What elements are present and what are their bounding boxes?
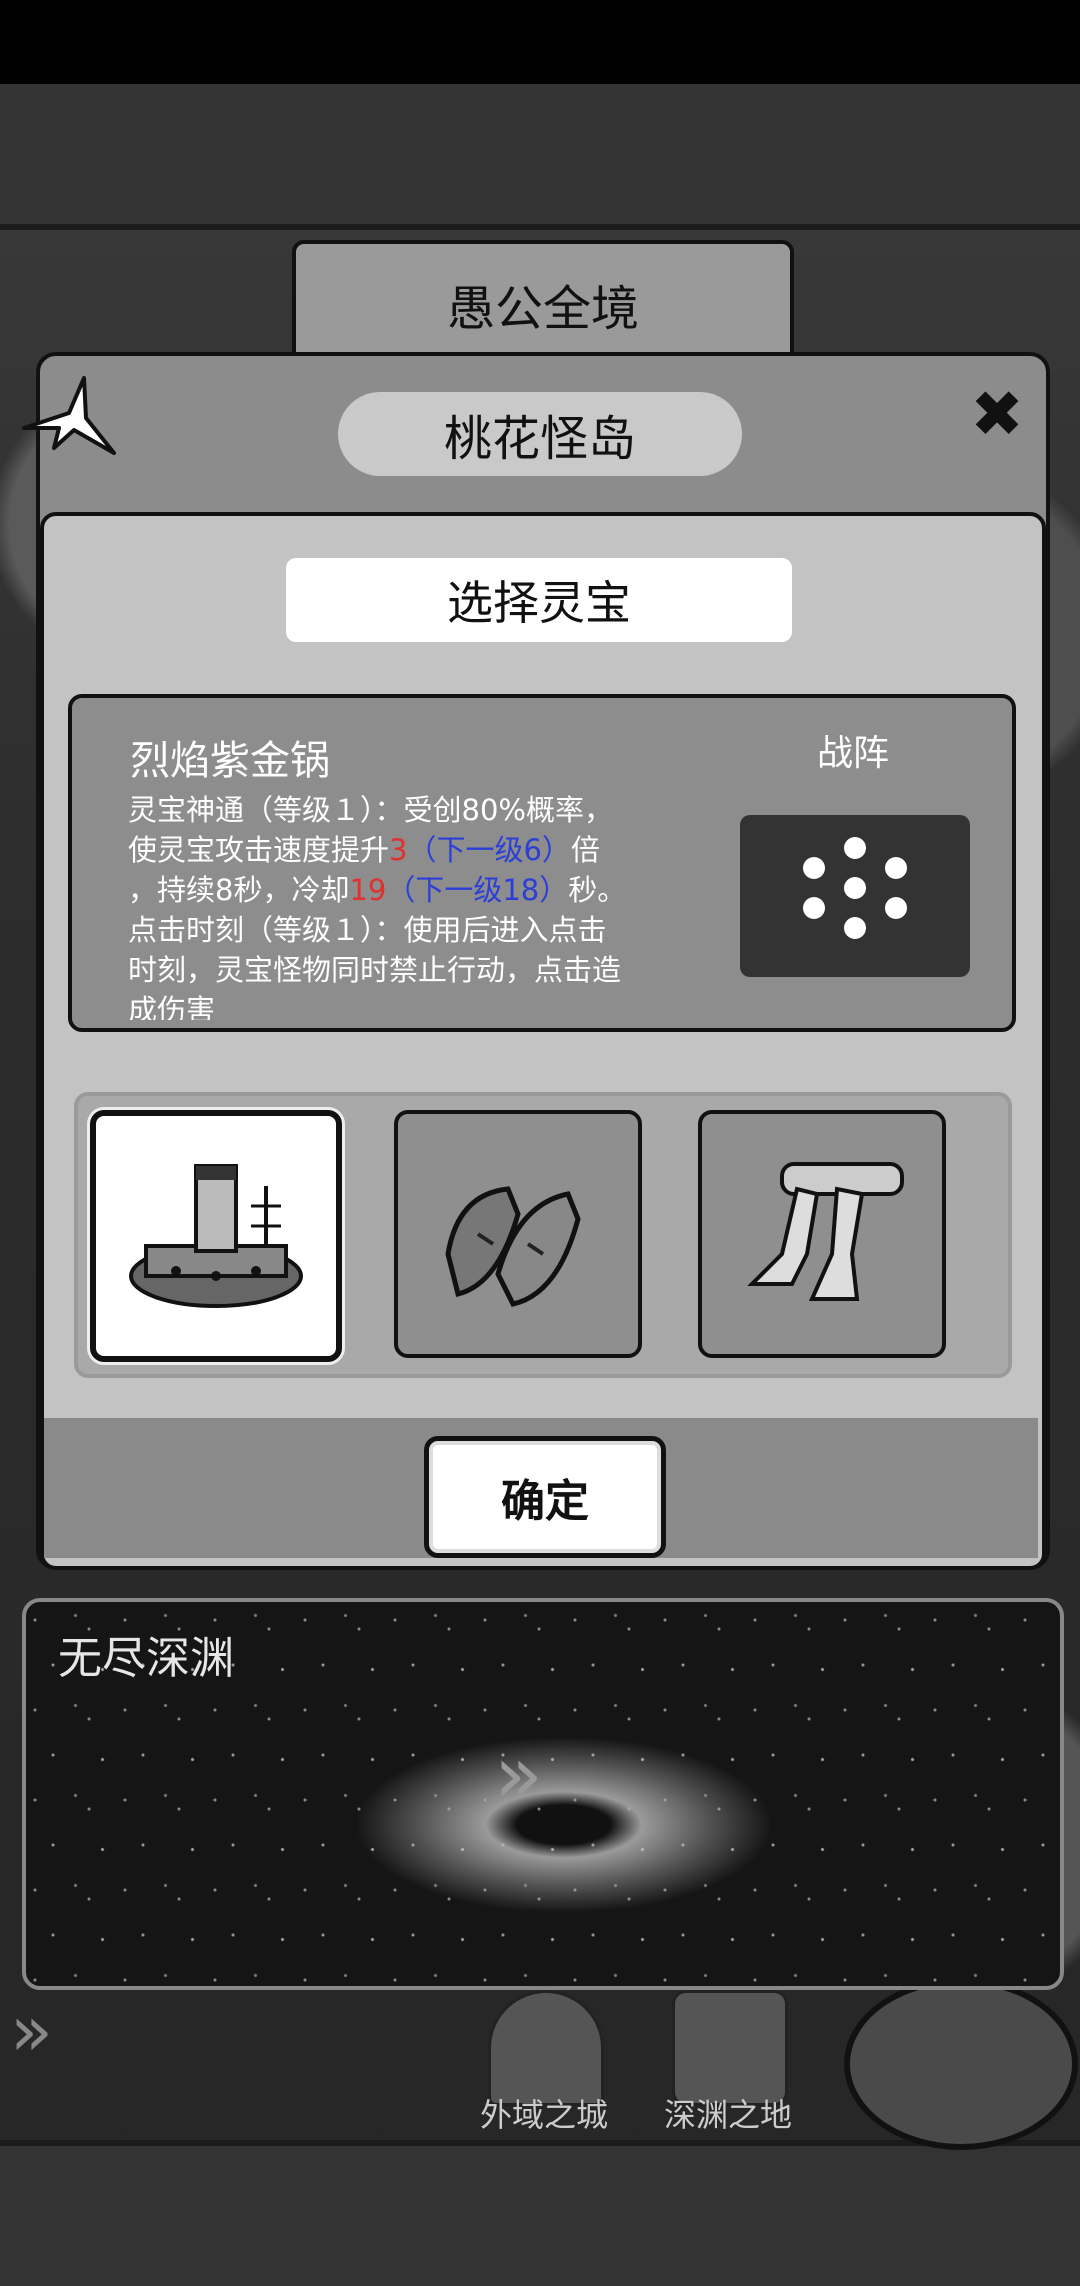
paper-crane-icon: [22, 376, 116, 455]
treasure-slot-1[interactable]: [90, 1110, 342, 1362]
nav-outer-city[interactable]: 外域之城: [464, 2090, 624, 2136]
expand-arrow-icon[interactable]: »: [10, 1990, 53, 2072]
formation-dot: [844, 877, 866, 899]
treasure-description[interactable]: 灵宝神通（等级１）：受创80%概率， 使灵宝攻击速度提升3（下一级6）倍 ，持续…: [128, 790, 708, 1020]
desc-line: 时刻，灵宝怪物同时禁止行动，点击造: [128, 953, 622, 987]
treasure-slot-3[interactable]: [698, 1110, 946, 1358]
formation-dot: [885, 897, 907, 919]
outer-city-icon[interactable]: [488, 1990, 604, 2106]
nav-abyss-land[interactable]: 深渊之地: [648, 2090, 808, 2136]
portal-button[interactable]: [844, 1978, 1078, 2150]
chevron-icon: »: [494, 1728, 543, 1821]
desc-line: 使灵宝攻击速度提升3（下一级6）倍: [128, 833, 600, 867]
panel-title: 选择灵宝: [286, 558, 792, 642]
formation-dot: [885, 857, 907, 879]
treasure-slot-2[interactable]: [394, 1110, 642, 1358]
status-bar: [0, 0, 1080, 84]
dialog-title: 桃花怪岛: [338, 392, 742, 476]
formation-dot: [803, 897, 825, 919]
abyss-land-icon[interactable]: [672, 1990, 788, 2106]
desc-line: ，持续8秒，冷却19（下一级18）秒。: [128, 873, 627, 907]
close-icon[interactable]: ✖: [962, 378, 1032, 452]
hotpot-ship-icon: [129, 1164, 303, 1308]
formation-dot: [844, 917, 866, 939]
abyss-title: 无尽深渊: [58, 1633, 234, 1684]
map-bottom-band: [0, 2140, 1080, 2286]
confirm-button[interactable]: 确定: [424, 1436, 666, 1558]
formation-dot: [803, 857, 825, 879]
map-top-band: [0, 84, 1080, 230]
armored-legs-icon: [747, 1162, 904, 1301]
select-treasure-panel: [40, 512, 1046, 1570]
formation-label: 战阵: [816, 733, 889, 774]
area-tab[interactable]: 愚公全境: [292, 240, 794, 364]
treasure-name: 烈焰紫金锅: [130, 738, 330, 784]
desc-line: 灵宝神通（等级１）：受创80%概率，: [128, 793, 613, 827]
formation-dot: [844, 837, 866, 859]
formation-pattern[interactable]: [740, 815, 970, 977]
desc-line: 成伤害: [128, 993, 216, 1020]
shoes-icon: [445, 1186, 581, 1307]
desc-line: 点击时刻（等级１）：使用后进入点击: [128, 913, 607, 947]
